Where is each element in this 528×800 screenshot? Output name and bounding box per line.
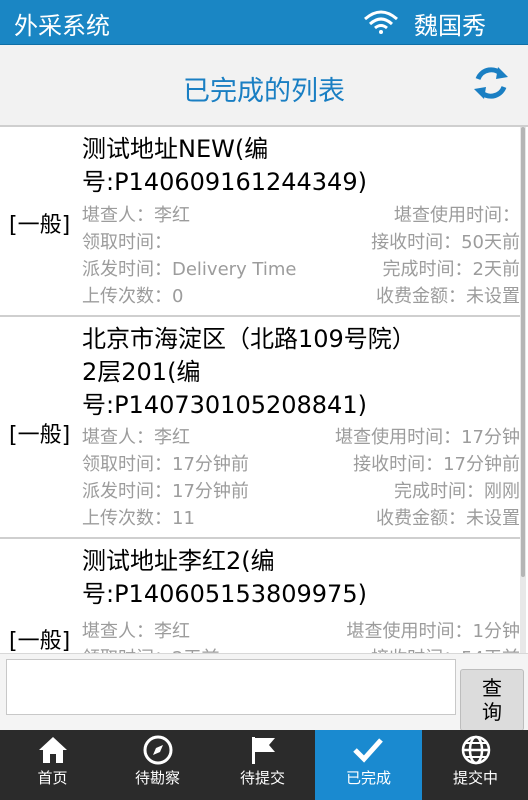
fee-label: 收费金额：未设置 (376, 286, 520, 307)
dispatch-time-label: 派发时间：Delivery Time (82, 259, 297, 280)
tab-label: 待勘察 (134, 769, 180, 787)
title-bar: 已完成的列表 (0, 45, 528, 127)
tab-pending-submit[interactable]: 待提交 (210, 730, 315, 800)
complete-time-label: 完成时间：刚刚 (394, 481, 520, 502)
claim-time-label: 领取时间：17分钟前 (82, 454, 249, 475)
surveyor-label: 堪查人：李红 (82, 205, 190, 226)
claim-time-label: 领取时间： (82, 232, 172, 253)
surveyor-label: 堪查人：李红 (82, 427, 190, 448)
tab-submitting[interactable]: 提交中 (423, 730, 528, 800)
list-item[interactable]: 北京市海淀区（北路109号院）2层201(编号:P140730105208841… (0, 317, 520, 539)
item-meta-row: 上传次数：11 收费金额：未设置 (82, 504, 520, 531)
search-bar: 查询 (0, 653, 528, 731)
list-scrollbar[interactable] (520, 127, 526, 653)
survey-duration-label: 堪查使用时间： (394, 205, 520, 226)
survey-duration-label: 堪查使用时间：17分钟 (335, 427, 520, 448)
receive-time-label: 接收时间：54天前 (371, 644, 520, 653)
page-title: 已完成的列表 (183, 76, 345, 107)
item-type: [一般] (9, 213, 71, 238)
list-item[interactable]: 测试地址李红2(编号:P140605153809975) [一般] 堪查人：李红… (0, 539, 520, 653)
tab-home[interactable]: 首页 (0, 730, 105, 800)
tab-label: 首页 (37, 769, 68, 787)
user-name: 魏国秀 (414, 12, 486, 40)
fee-label: 收费金额：未设置 (376, 508, 520, 529)
flag-icon (252, 737, 275, 764)
tab-label: 已完成 (345, 769, 391, 787)
list-item[interactable]: 测试地址NEW(编号:P140609161244349) [一般] 堪查人：李红… (0, 127, 520, 317)
home-icon (39, 737, 67, 763)
item-type: [一般] (9, 423, 71, 448)
scrollbar-thumb[interactable] (521, 127, 525, 577)
compass-icon (143, 735, 173, 765)
query-button-label: 查询 (482, 676, 502, 724)
query-button[interactable]: 查询 (460, 669, 524, 731)
completed-list[interactable]: 测试地址NEW(编号:P140609161244349) [一般] 堪查人：李红… (0, 127, 520, 653)
upload-count-label: 上传次数：11 (82, 508, 195, 529)
tab-label: 提交中 (452, 769, 498, 787)
tab-completed[interactable]: 已完成 (315, 730, 422, 800)
upload-count-label: 上传次数：0 (82, 286, 184, 307)
item-address: 测试地址NEW(编号:P140609161244349) (82, 135, 367, 196)
item-meta-row: 领取时间：17分钟前 接收时间：17分钟前 (82, 450, 520, 477)
item-meta-row: 派发时间：17分钟前 完成时间：刚刚 (82, 477, 520, 504)
complete-time-label: 完成时间：2天前 (382, 259, 520, 280)
item-address: 测试地址李红2(编号:P140605153809975) (82, 547, 367, 608)
item-meta-row: 领取时间： 接收时间：50天前 (82, 228, 520, 255)
refresh-icon[interactable] (471, 63, 511, 103)
wifi-icon (364, 10, 398, 34)
search-input[interactable] (6, 659, 456, 715)
survey-duration-label: 堪查使用时间：1分钟 (346, 621, 520, 642)
surveyor-label: 堪查人：李红 (82, 621, 190, 642)
tab-pending-survey[interactable]: 待勘察 (105, 730, 210, 800)
app-title: 外采系统 (14, 12, 110, 40)
receive-time-label: 接收时间：50天前 (371, 232, 520, 253)
item-meta-row: 堪查人：李红 堪查使用时间： (82, 201, 520, 228)
app-bar: 外采系统 魏国秀 (0, 0, 528, 45)
item-meta-row: 派发时间：Delivery Time 完成时间：2天前 (82, 255, 520, 282)
item-address: 北京市海淀区（北路109号院）2层201(编号:P140730105208841… (82, 325, 404, 419)
item-meta-row: 堪查人：李红 堪查使用时间：1分钟 (82, 617, 520, 644)
item-meta-row: 领取时间：2天前 接收时间：54天前 (82, 644, 520, 653)
item-meta-row: 上传次数：0 收费金额：未设置 (82, 282, 520, 309)
item-type: [一般] (9, 629, 71, 653)
claim-time-label: 领取时间：2天前 (82, 644, 219, 653)
check-icon (353, 738, 383, 763)
bottom-nav: 首页 待勘察 待提交 已完成 提交中 (0, 730, 528, 800)
globe-icon (461, 735, 491, 765)
receive-time-label: 接收时间：17分钟前 (353, 454, 520, 475)
item-meta-row: 堪查人：李红 堪查使用时间：17分钟 (82, 423, 520, 450)
dispatch-time-label: 派发时间：17分钟前 (82, 481, 249, 502)
tab-label: 待提交 (239, 769, 285, 787)
